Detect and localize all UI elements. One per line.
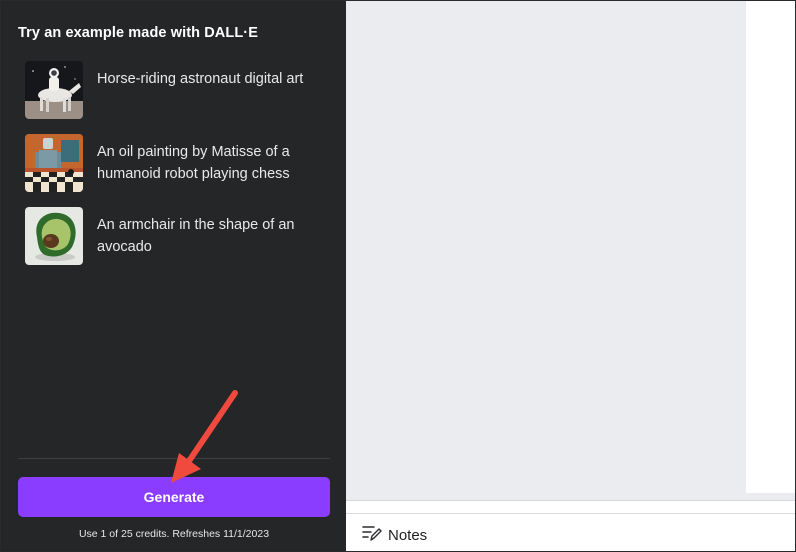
app-frame: Try an example made with DALL·E Horse-ri… bbox=[0, 0, 796, 552]
dalle-panel: Try an example made with DALL·E Horse-ri… bbox=[1, 1, 346, 551]
divider bbox=[18, 458, 330, 459]
example-label: Horse-riding astronaut digital art bbox=[97, 71, 304, 87]
panel-title: Try an example made with DALL·E bbox=[18, 25, 258, 41]
robot-chess-thumbnail bbox=[25, 134, 83, 192]
astronaut-thumbnail bbox=[25, 61, 83, 119]
example-avocado-chair[interactable]: An armchair in the shape of an avocado bbox=[25, 207, 325, 265]
notes-button[interactable]: Notes bbox=[362, 524, 427, 547]
notes-label: Notes bbox=[388, 527, 428, 544]
example-label: An armchair in the shape of an avocado bbox=[97, 217, 295, 255]
generate-button[interactable]: Generate bbox=[18, 477, 330, 517]
credits-info: Use 1 of 25 credits. Refreshes 11/1/2023 bbox=[78, 528, 270, 540]
design-canvas[interactable] bbox=[346, 1, 795, 501]
divider bbox=[346, 500, 795, 501]
example-label: An oil painting by Matisse of a humanoid… bbox=[97, 144, 290, 182]
example-astronaut[interactable]: Horse-riding astronaut digital art bbox=[25, 61, 325, 119]
avocado-chair-thumbnail bbox=[25, 207, 83, 265]
design-page[interactable] bbox=[746, 1, 795, 493]
notes-pencil-icon bbox=[362, 524, 382, 547]
example-robot-chess[interactable]: An oil painting by Matisse of a humanoid… bbox=[25, 134, 325, 192]
footer-bar: Notes bbox=[346, 514, 795, 551]
